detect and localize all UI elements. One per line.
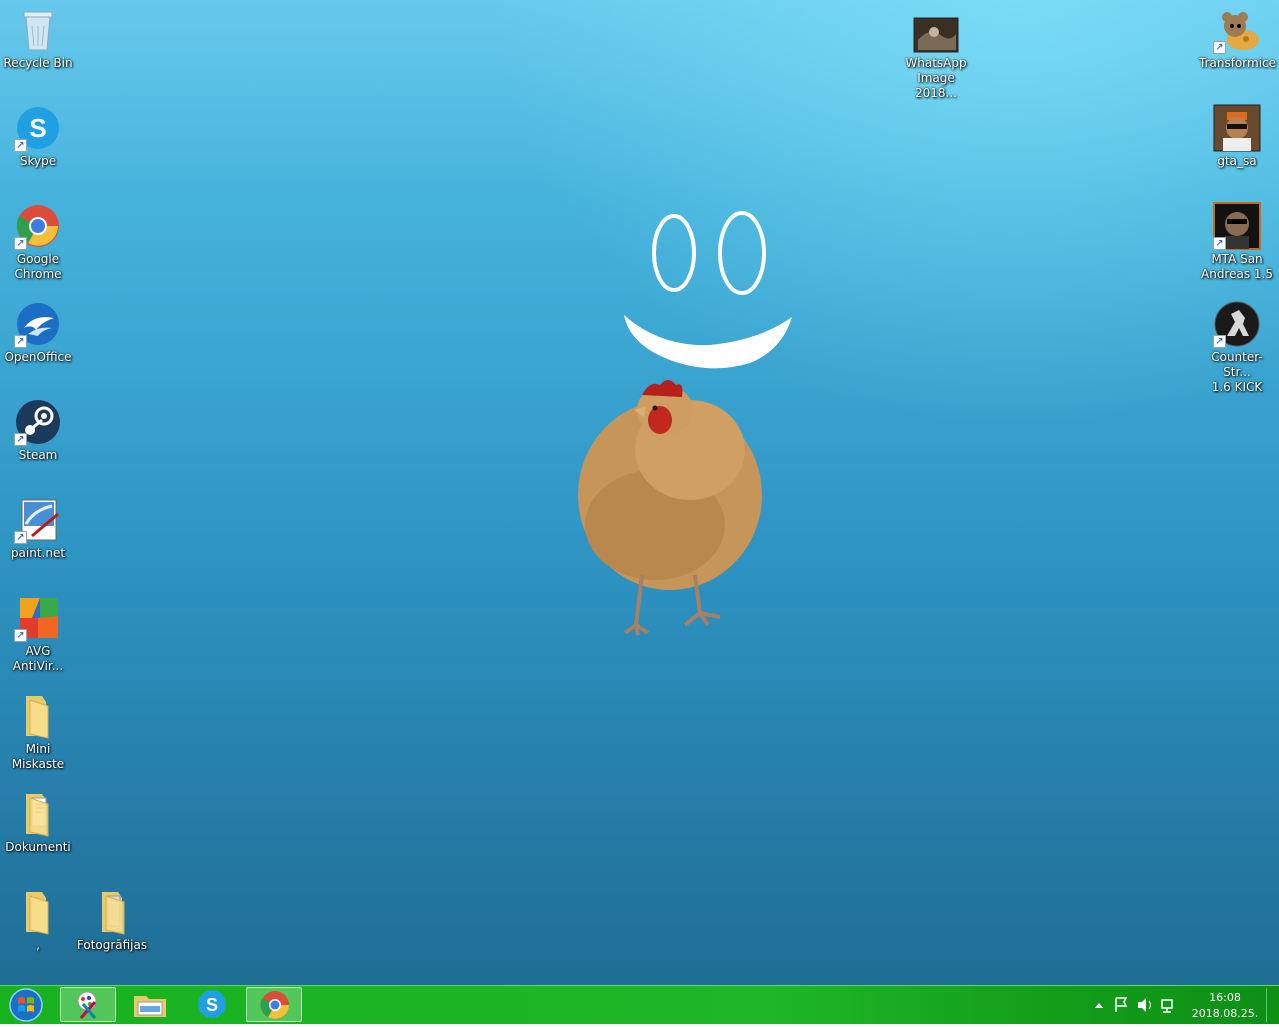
icon-label: paint.net	[10, 546, 66, 560]
desktop-icon-steam[interactable]: ↗ Steam	[0, 398, 76, 463]
mta-icon: ↗	[1213, 202, 1261, 250]
chrome-icon	[260, 991, 289, 1019]
icon-label: Steam	[18, 448, 58, 462]
svg-text:S: S	[206, 995, 218, 1015]
desktop-icon-recycle-bin[interactable]: Recycle Bin	[0, 6, 76, 71]
shortcut-arrow-icon: ↗	[14, 531, 27, 544]
icon-label: Dokumenti	[5, 840, 71, 854]
shortcut-arrow-icon: ↗	[14, 629, 27, 642]
chicken-image	[578, 380, 762, 636]
paint-brush-icon	[77, 991, 97, 1019]
icon-label: gta_sa	[1217, 154, 1257, 168]
icon-label: Google Chrome	[14, 252, 62, 281]
folder-icon	[14, 888, 62, 936]
icon-label: Transformice	[1199, 56, 1277, 70]
folder-icon	[14, 692, 62, 740]
desktop-icon-dokumenti[interactable]: Dokumenti	[0, 790, 76, 855]
desktop-icon-skype[interactable]: S ↗ Skype	[0, 104, 76, 169]
system-tray	[1090, 986, 1180, 1024]
explorer-icon	[134, 996, 166, 1017]
desktop-icon-mta-san-andreas[interactable]: ↗ MTA San Andreas 1.5	[1199, 202, 1275, 282]
desktop-icon-fotografijas[interactable]: Fotogrāfijas	[74, 888, 150, 953]
icon-label: ,	[36, 938, 40, 952]
smiley-right-eye	[718, 211, 766, 295]
desktop-icon-counter-strike[interactable]: ↗ Counter-Str... 1.6 KICK	[1199, 300, 1275, 395]
taskbar-file-explorer[interactable]	[122, 987, 178, 1022]
wallpaper-glow	[400, 0, 1279, 500]
shortcut-arrow-icon: ↗	[14, 433, 27, 446]
taskbar-chrome[interactable]	[246, 987, 302, 1022]
paintnet-icon: ↗	[14, 496, 62, 544]
chrome-icon: ↗	[14, 202, 62, 250]
documents-folder-icon	[14, 790, 62, 838]
icon-label: AVG AntiVir...	[12, 644, 64, 673]
desktop-icon-transformice[interactable]: ↗ Transformice	[1199, 6, 1277, 71]
desktop-icon-avg-antivirus[interactable]: ↗ AVG AntiVir...	[0, 594, 76, 674]
clock-date: 2018.08.25.	[1191, 1007, 1259, 1020]
image-file-icon	[912, 16, 960, 54]
icon-label: WhatsApp Image 2018...	[905, 56, 967, 100]
photos-folder-icon	[88, 888, 136, 936]
start-button[interactable]	[4, 987, 48, 1023]
recycle-bin-icon	[14, 6, 62, 54]
skype-icon: S	[198, 990, 226, 1018]
icon-label: OpenOffice	[4, 350, 72, 364]
smiley-mouth	[624, 315, 792, 369]
wallpaper-art	[578, 211, 792, 636]
taskbar-paint-app[interactable]	[60, 987, 116, 1022]
counter-strike-icon: ↗	[1213, 300, 1261, 348]
shortcut-arrow-icon: ↗	[1213, 41, 1226, 54]
desktop-icon-comma-folder[interactable]: ,	[0, 888, 76, 953]
shortcut-arrow-icon: ↗	[14, 139, 27, 152]
taskbar: S 16:08 2018.08.25.	[0, 985, 1279, 1024]
icon-label: Counter-Str... 1.6 KICK	[1211, 350, 1263, 394]
clock-time: 16:08	[1209, 991, 1241, 1004]
desktop-icon-mini-miskaste[interactable]: Mini Miskaste	[0, 692, 76, 772]
shortcut-arrow-icon: ↗	[14, 237, 27, 250]
steam-icon: ↗	[14, 398, 62, 446]
shortcut-arrow-icon: ↗	[14, 335, 27, 348]
show-hidden-icons[interactable]	[1095, 1003, 1103, 1008]
desktop-icon-google-chrome[interactable]: ↗ Google Chrome	[0, 202, 76, 282]
icon-label: Skype	[19, 154, 57, 168]
svg-text:S: S	[29, 113, 46, 143]
volume-icon[interactable]	[1138, 998, 1151, 1012]
openoffice-icon: ↗	[14, 300, 62, 348]
desktop-icon-gta-sa[interactable]: gta_sa	[1199, 104, 1275, 169]
desktop-background: Recycle Bin S ↗ Skype ↗ Google Chrome ↗ …	[0, 0, 1279, 985]
avg-icon: ↗	[14, 594, 62, 642]
shortcut-arrow-icon: ↗	[1213, 335, 1226, 348]
transformice-icon: ↗	[1213, 6, 1261, 54]
desktop-icon-whatsapp-image[interactable]: WhatsApp Image 2018...	[898, 16, 974, 101]
gta-sa-icon	[1213, 104, 1261, 152]
desktop-icon-openoffice[interactable]: ↗ OpenOffice	[0, 300, 76, 365]
icon-label: Fotogrāfijas	[76, 938, 148, 952]
taskbar-clock[interactable]: 16:08 2018.08.25.	[1190, 990, 1260, 1022]
smiley-left-eye	[652, 214, 696, 292]
taskbar-skype[interactable]: S	[184, 987, 240, 1022]
network-icon[interactable]	[1161, 999, 1173, 1013]
shortcut-arrow-icon: ↗	[1213, 237, 1226, 250]
show-desktop-button[interactable]	[1266, 988, 1279, 1022]
icon-label: MTA San Andreas 1.5	[1201, 252, 1273, 281]
skype-icon: S ↗	[14, 104, 62, 152]
icon-label: Recycle Bin	[3, 56, 73, 70]
windows-logo-icon	[9, 988, 43, 1022]
desktop-icon-paintnet[interactable]: ↗ paint.net	[0, 496, 76, 561]
action-center-flag-icon[interactable]	[1115, 997, 1128, 1012]
icon-label: Mini Miskaste	[11, 742, 65, 771]
